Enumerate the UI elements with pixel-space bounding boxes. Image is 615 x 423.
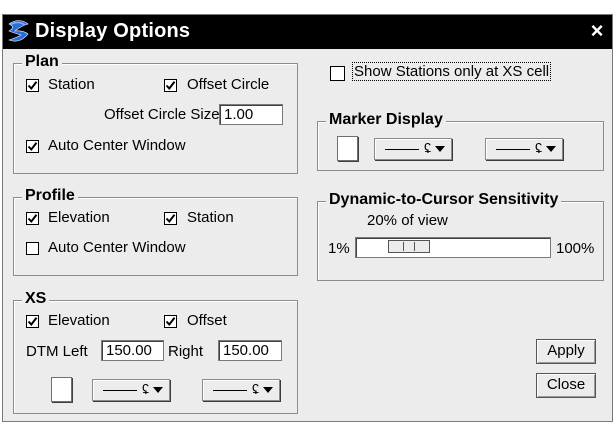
checkmark-icon — [165, 81, 176, 91]
profile-station-label: Station — [187, 209, 234, 226]
line-weight-glyph: ʢ — [142, 381, 149, 397]
checkmark-icon — [165, 317, 176, 327]
dropdown-arrow-icon — [546, 146, 556, 152]
line-style-preview — [385, 149, 419, 150]
profile-auto-center-checkbox[interactable] — [26, 242, 39, 255]
title-bar[interactable]: Display Options × — [3, 15, 612, 49]
sensitivity-min-label: 1% — [328, 240, 350, 257]
line-weight-glyph: ʢ — [424, 140, 431, 156]
checkmark-icon — [165, 214, 176, 224]
show-stations-checkbox[interactable] — [330, 66, 345, 81]
plan-group: Plan Station Offset Circle Offset Circle… — [13, 53, 298, 174]
plan-group-label: Plan — [22, 53, 62, 71]
checkmark-icon — [27, 214, 38, 224]
line-style-preview — [496, 149, 530, 150]
line-style-preview — [103, 390, 137, 391]
xs-elevation-label: Elevation — [48, 312, 110, 329]
plan-offset-circle-label: Offset Circle — [187, 76, 270, 93]
xs-color-swatch[interactable] — [51, 377, 72, 402]
dtm-left-label: DTM Left — [26, 343, 88, 360]
marker-line-weight-dropdown[interactable]: ʢ — [485, 138, 563, 160]
plan-auto-center-checkbox[interactable] — [26, 140, 39, 153]
xs-line-style-dropdown[interactable]: ʢ — [92, 379, 170, 401]
dtm-right-label: Right — [168, 343, 204, 360]
xs-offset-label: Offset — [187, 312, 227, 329]
window-title: Display Options — [35, 20, 191, 42]
sensitivity-slider[interactable] — [355, 237, 551, 258]
dialog-client: Plan Station Offset Circle Offset Circle… — [3, 49, 612, 421]
sensitivity-slider-thumb[interactable] — [387, 240, 430, 253]
profile-station-checkbox[interactable] — [164, 212, 177, 225]
close-window-icon[interactable]: × — [586, 20, 608, 42]
xs-group: XS Elevation Offset DTM Left 150.00 Righ… — [13, 290, 298, 414]
sensitivity-group: Dynamic-to-Cursor Sensitivity 20% of vie… — [317, 191, 604, 281]
marker-line-style-dropdown[interactable]: ʢ — [374, 138, 452, 160]
app-logo-icon — [8, 20, 29, 42]
dtm-right-input[interactable]: 150.00 — [218, 340, 282, 361]
offset-circle-size-input[interactable]: 1.00 — [219, 104, 283, 125]
close-button[interactable]: Close — [536, 373, 596, 398]
line-weight-glyph: ʢ — [252, 381, 259, 397]
sensitivity-value-text: 20% of view — [367, 212, 448, 229]
profile-auto-center-label: Auto Center Window — [48, 239, 186, 256]
slider-grip — [402, 242, 404, 251]
slider-grip — [413, 242, 415, 251]
display-options-window: Display Options × Plan Station Offset Ci… — [2, 14, 613, 422]
plan-station-checkbox[interactable] — [26, 79, 39, 92]
marker-display-group: Marker Display ʢ ʢ — [317, 111, 604, 171]
profile-group-label: Profile — [22, 187, 78, 205]
profile-elevation-label: Elevation — [48, 209, 110, 226]
plan-offset-circle-checkbox[interactable] — [164, 79, 177, 92]
profile-elevation-checkbox[interactable] — [26, 212, 39, 225]
xs-group-label: XS — [22, 290, 50, 308]
plan-auto-center-label: Auto Center Window — [48, 137, 186, 154]
xs-offset-checkbox[interactable] — [164, 315, 177, 328]
line-weight-glyph: ʢ — [535, 140, 542, 156]
dropdown-arrow-icon — [153, 387, 163, 393]
marker-color-swatch[interactable] — [337, 136, 358, 161]
xs-line-weight-dropdown[interactable]: ʢ — [202, 379, 280, 401]
line-style-preview — [213, 390, 247, 391]
sensitivity-label: Dynamic-to-Cursor Sensitivity — [326, 191, 562, 209]
dropdown-arrow-icon — [263, 387, 273, 393]
xs-elevation-checkbox[interactable] — [26, 315, 39, 328]
marker-display-label: Marker Display — [326, 111, 446, 129]
apply-button[interactable]: Apply — [536, 339, 596, 364]
dtm-left-input[interactable]: 150.00 — [101, 340, 164, 361]
dropdown-arrow-icon — [435, 146, 445, 152]
checkmark-icon — [27, 81, 38, 91]
sensitivity-max-label: 100% — [556, 240, 595, 257]
offset-circle-size-label: Offset Circle Size — [104, 106, 220, 123]
profile-group: Profile Elevation Station Auto Center Wi… — [13, 187, 298, 276]
checkmark-icon — [27, 142, 38, 152]
plan-station-label: Station — [48, 76, 95, 93]
checkmark-icon — [27, 317, 38, 327]
show-stations-label: Show Stations only at XS cell — [351, 62, 552, 81]
